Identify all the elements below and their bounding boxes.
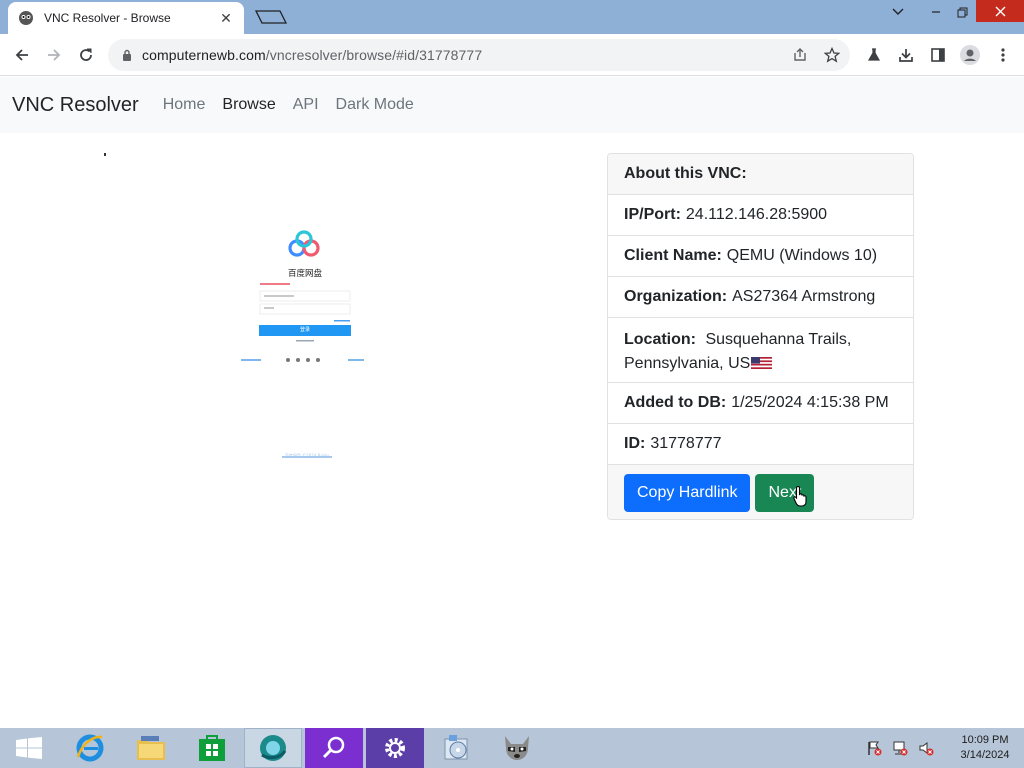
volume-muted-icon[interactable] <box>916 738 936 758</box>
location-label: Location: <box>624 331 696 348</box>
labs-flask-icon[interactable] <box>861 42 887 68</box>
browser-tabstrip: VNC Resolver - Browse ✕ <box>0 0 1024 34</box>
reload-icon[interactable] <box>73 42 99 68</box>
internet-explorer-icon[interactable] <box>61 728 119 768</box>
id-value: 31778777 <box>650 435 722 452</box>
tab-title: VNC Resolver - Browse <box>44 11 171 25</box>
profile-avatar-icon[interactable] <box>957 42 983 68</box>
windows-taskbar: 10:09 PM 3/14/2024 <box>0 728 1024 768</box>
tab-close-icon[interactable]: ✕ <box>218 10 234 26</box>
ip-port-row: IP/Port: 24.112.146.28:5900 <box>608 195 913 236</box>
chromium-browser-icon[interactable] <box>244 728 302 768</box>
windows-start-icon[interactable] <box>0 728 58 768</box>
raccoon-favicon-icon <box>18 10 34 26</box>
thumbnail-login-button: 登录 <box>299 327 310 333</box>
added-to-db-value: 1/25/2024 4:15:38 PM <box>731 394 889 411</box>
id-row: ID: 31778777 <box>608 424 913 465</box>
added-to-db-row: Added to DB: 1/25/2024 4:15:38 PM <box>608 383 913 424</box>
nav-link-api[interactable]: API <box>293 96 319 114</box>
added-to-db-label: Added to DB: <box>624 394 727 411</box>
ip-port-value: 24.112.146.28:5900 <box>685 206 828 223</box>
thumbnail-app-name: 百度网盘 <box>287 269 322 279</box>
location-value-line2: Pennsylvania, US <box>624 355 751 372</box>
windows-store-icon[interactable] <box>183 728 241 768</box>
url-text: computernewb.com/vncresolver/browse/#id/… <box>142 47 482 63</box>
file-explorer-icon[interactable] <box>122 728 180 768</box>
browser-tab-active[interactable]: VNC Resolver - Browse ✕ <box>8 2 244 34</box>
next-button[interactable]: Next <box>755 474 815 512</box>
card-footer: Copy Hardlink Next <box>608 465 913 519</box>
url-path: /vncresolver/browse/#id/31778777 <box>265 47 483 63</box>
card-header: About this VNC: <box>608 154 913 195</box>
minimize-icon[interactable] <box>922 0 950 24</box>
baidu-cloud-logo-icon <box>288 230 320 257</box>
us-flag-icon <box>751 353 773 369</box>
clock-date: 3/14/2024 <box>960 749 1010 761</box>
taskbar-clock[interactable]: 10:09 PM 3/14/2024 <box>946 733 1024 763</box>
copy-hardlink-button[interactable]: Copy Hardlink <box>624 474 751 512</box>
browser-toolbar: computernewb.com/vncresolver/browse/#id/… <box>0 34 1024 76</box>
new-tab-button[interactable] <box>254 9 288 25</box>
location-value-line1: Susquehanna Trails, <box>705 331 852 348</box>
address-bar[interactable]: computernewb.com/vncresolver/browse/#id/… <box>108 39 850 71</box>
navbar-brand[interactable]: VNC Resolver <box>12 94 139 117</box>
media-disc-icon[interactable] <box>427 728 485 768</box>
restore-icon[interactable] <box>948 0 976 24</box>
thumbnail-footer-text: 百度网盘 ©2024 Baidu <box>284 453 330 458</box>
organization-row: Organization: AS27364 Armstrong <box>608 277 913 318</box>
action-center-flag-icon[interactable] <box>864 738 884 758</box>
settings-gear-icon[interactable] <box>366 728 424 768</box>
client-name-row: Client Name: QEMU (Windows 10) <box>608 236 913 277</box>
url-domain: computernewb.com <box>142 47 266 63</box>
side-panel-icon[interactable] <box>925 42 951 68</box>
bookmark-star-icon[interactable] <box>820 43 844 67</box>
location-row: Location: Susquehanna Trails, Pennsylvan… <box>608 318 913 383</box>
share-icon[interactable] <box>788 43 812 67</box>
about-vnc-card: About this VNC: IP/Port: 24.112.146.28:5… <box>607 153 914 520</box>
back-arrow-icon[interactable] <box>9 42 35 68</box>
id-label: ID: <box>624 435 646 452</box>
nav-link-home[interactable]: Home <box>163 96 206 114</box>
network-icon[interactable] <box>890 738 910 758</box>
client-name-value: QEMU (Windows 10) <box>726 247 878 264</box>
nav-link-dark-mode[interactable]: Dark Mode <box>336 96 414 114</box>
site-navbar: VNC Resolver Home Browse API Dark Mode <box>0 77 1024 133</box>
organization-value: AS27364 Armstrong <box>732 288 876 305</box>
ip-port-label: IP/Port: <box>624 206 681 223</box>
lock-icon <box>120 48 134 62</box>
vnc-screenshot-preview: 百度网盘 登录 百度网盘 ©2024 Baidu <box>0 133 600 533</box>
forward-arrow-icon[interactable] <box>41 42 67 68</box>
raccoon-app-icon[interactable] <box>488 728 546 768</box>
tab-search-chevron-icon[interactable] <box>884 0 912 24</box>
nav-link-browse[interactable]: Browse <box>222 96 275 114</box>
search-magnifier-app-icon[interactable] <box>305 728 363 768</box>
hand-cursor-icon <box>793 485 809 512</box>
organization-label: Organization: <box>624 288 728 305</box>
close-window-icon[interactable] <box>976 0 1024 22</box>
client-name-label: Client Name: <box>624 247 722 264</box>
clock-time: 10:09 PM <box>961 734 1009 746</box>
download-icon[interactable] <box>893 42 919 68</box>
browser-menu-kebab-icon[interactable] <box>990 42 1016 68</box>
system-tray: 10:09 PM 3/14/2024 <box>864 728 1024 768</box>
